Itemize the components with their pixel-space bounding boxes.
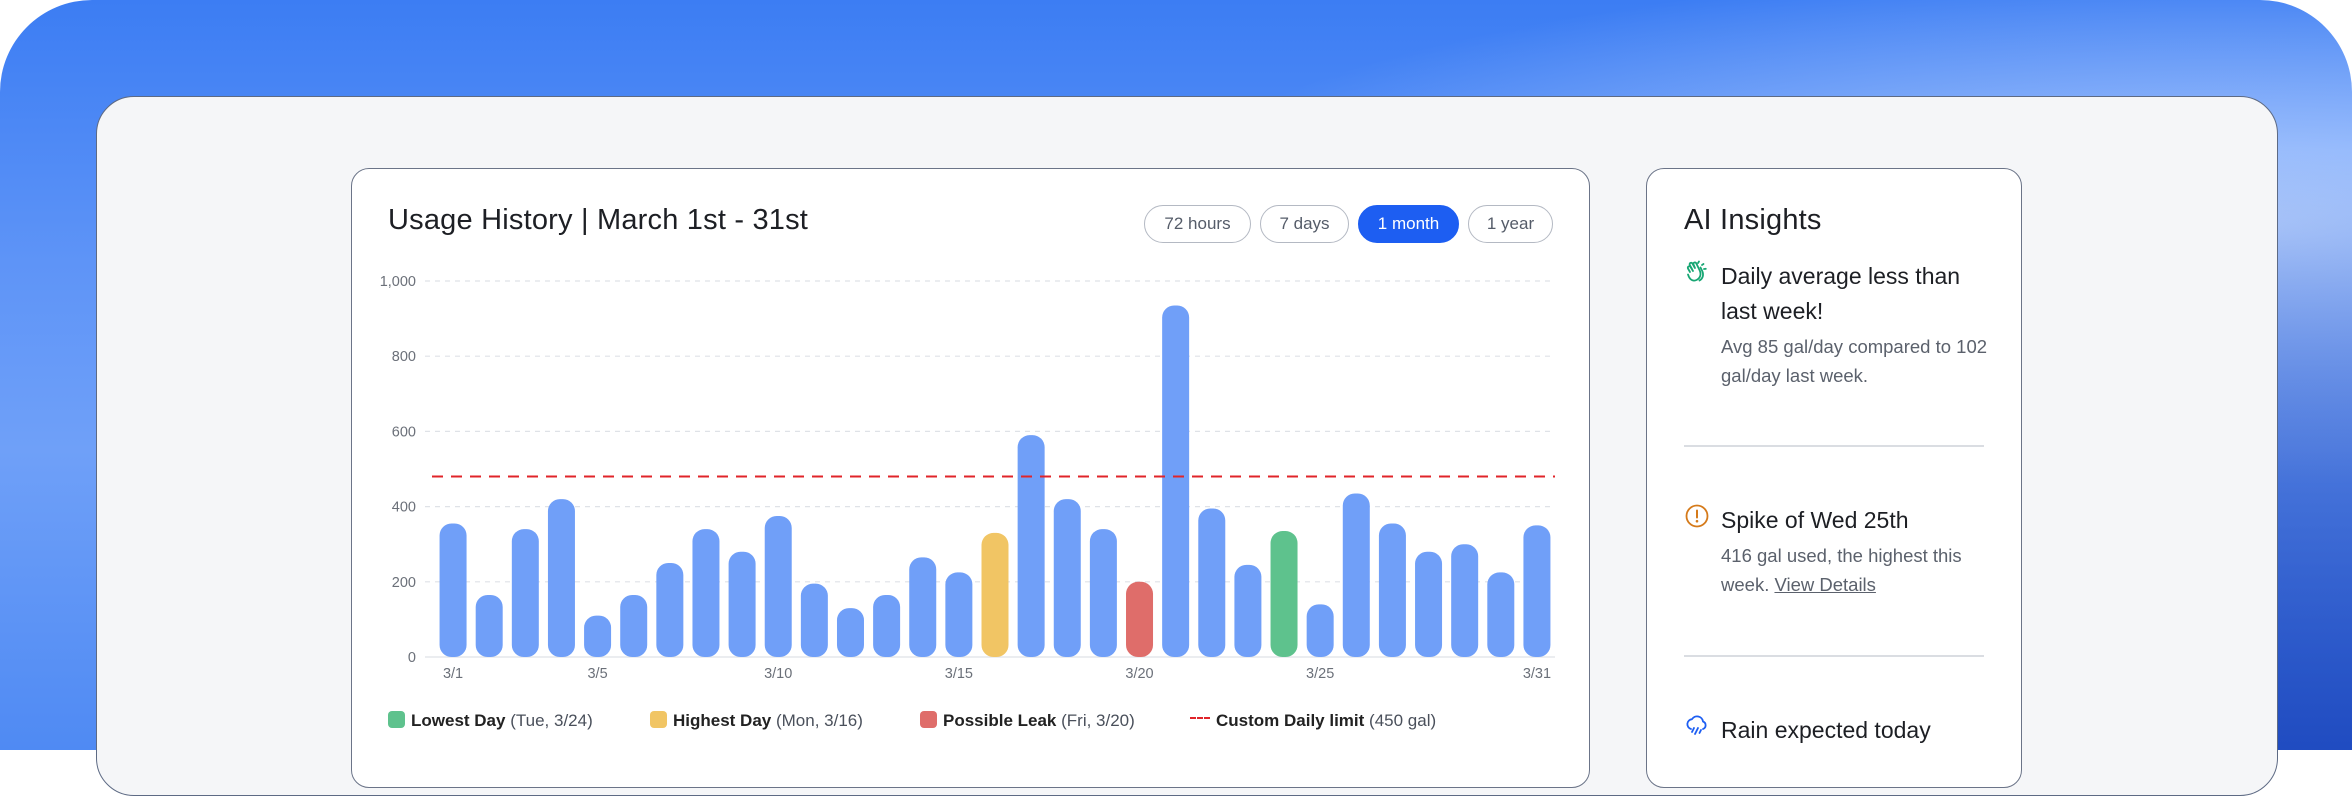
chart-legend: Lowest Day (Tue, 3/24) Highest Day (Mon,…	[388, 711, 1538, 733]
legend-leak-swatch	[920, 711, 937, 728]
cloud-rain-icon	[1686, 715, 1707, 735]
legend-leak-detail: (Fri, 3/20)	[1061, 711, 1135, 730]
y-tick-label: 600	[392, 424, 416, 440]
bar-3-20	[1126, 581, 1154, 657]
legend-limit-dash	[1190, 717, 1210, 721]
legend-highest-detail: (Mon, 3/16)	[775, 711, 863, 730]
view-details-link[interactable]: View Details	[1774, 574, 1875, 595]
legend-limit-detail: (450 gal)	[1369, 711, 1437, 730]
legend-possible-leak: Possible Leak (Fri, 3/20)	[920, 711, 1135, 731]
bar-3-27	[1378, 523, 1406, 657]
bar-3-29	[1451, 544, 1479, 657]
bar-3-18	[1053, 499, 1081, 657]
bar-3-30	[1487, 572, 1515, 657]
bar-3-1	[439, 523, 467, 657]
bar-3-12	[836, 608, 864, 657]
x-tick-label: 3/25	[1306, 666, 1334, 682]
bar-3-9	[728, 551, 756, 657]
usage-history-title: Usage History | March 1st - 31st	[388, 204, 809, 236]
bar-3-6	[620, 594, 648, 657]
legend-lowest-label: Lowest Day	[411, 711, 506, 730]
bar-3-2	[475, 594, 503, 657]
legend-highest-day: Highest Day (Mon, 3/16)	[650, 711, 863, 731]
insight-heading: Daily average less than last week!	[1721, 263, 1961, 324]
y-tick-label: 200	[392, 575, 416, 591]
legend-lowest-swatch	[388, 711, 405, 728]
range-7-days-button[interactable]: 7 days	[1260, 205, 1349, 243]
bar-3-24	[1270, 531, 1298, 657]
bar-3-25	[1306, 604, 1334, 657]
legend-leak-label: Possible Leak	[943, 711, 1057, 730]
bar-3-15	[945, 572, 973, 657]
insight-heading: Spike of Wed 25th	[1721, 507, 1909, 533]
bar-3-28	[1415, 551, 1443, 657]
x-tick-label: 3/10	[764, 666, 792, 682]
insight-heading: Rain expected today	[1721, 717, 1931, 743]
alert-circle-icon	[1685, 504, 1709, 528]
bar-3-31	[1523, 525, 1551, 657]
bar-3-4	[547, 499, 575, 657]
divider	[1684, 445, 1984, 447]
bar-3-11	[800, 583, 828, 657]
bar-3-23	[1234, 564, 1262, 657]
bar-3-22	[1198, 508, 1226, 657]
y-tick-label: 0	[408, 650, 416, 666]
bar-3-13	[873, 594, 901, 657]
insight-item: Daily average less than last week! Avg 8…	[1684, 259, 1987, 399]
bar-3-17	[1017, 435, 1045, 657]
y-tick-label: 1,000	[380, 274, 416, 290]
bar-3-14	[909, 557, 937, 657]
bar-3-26	[1342, 493, 1370, 657]
bar-3-8	[692, 529, 720, 657]
range-1-year-button[interactable]: 1 year	[1468, 205, 1553, 243]
insight-body: 416 gal used, the highest this week. Vie…	[1721, 542, 1991, 599]
insight-item: Rain expected today	[1684, 713, 1984, 753]
bar-3-5	[584, 615, 612, 657]
ai-insights-title: AI Insights	[1684, 204, 1822, 236]
y-tick-label: 800	[392, 349, 416, 365]
range-1-month-button[interactable]: 1 month	[1358, 205, 1459, 243]
range-72-hours-button[interactable]: 72 hours	[1144, 205, 1251, 243]
bar-3-10	[764, 516, 792, 657]
legend-limit-label: Custom Daily limit	[1216, 711, 1365, 730]
bar-3-3	[511, 529, 539, 657]
y-tick-label: 400	[392, 500, 416, 516]
clapping-hands-icon	[1686, 260, 1707, 282]
x-tick-label: 3/15	[945, 666, 973, 682]
legend-highest-swatch	[650, 711, 667, 728]
legend-lowest-day: Lowest Day (Tue, 3/24)	[388, 711, 593, 731]
divider	[1684, 655, 1984, 657]
x-tick-label: 3/5	[587, 666, 607, 682]
legend-highest-label: Highest Day	[673, 711, 772, 730]
bar-3-7	[656, 563, 684, 657]
insight-item: Spike of Wed 25th 416 gal used, the high…	[1684, 503, 1984, 603]
bar-3-21	[1162, 305, 1190, 657]
insight-body: Avg 85 gal/day compared to 102 gal/day l…	[1721, 336, 1988, 386]
legend-lowest-detail: (Tue, 3/24)	[510, 711, 593, 730]
x-tick-label: 3/1	[443, 666, 463, 682]
x-tick-label: 3/31	[1523, 666, 1551, 682]
bar-3-19	[1089, 529, 1117, 657]
bar-3-16	[981, 532, 1009, 657]
chart-svg: 0 200 400 600 800 1,000 3/1 3/5 3/10 3/15 3/20 3/25…	[380, 274, 1555, 682]
x-tick-label: 3/20	[1125, 666, 1153, 682]
usage-bar-chart: 0 200 400 600 800 1,000 3/1 3/5 3/10 3/15 3/20 3/25…	[370, 258, 1570, 698]
legend-custom-limit: Custom Daily limit (450 gal)	[1190, 711, 1436, 731]
